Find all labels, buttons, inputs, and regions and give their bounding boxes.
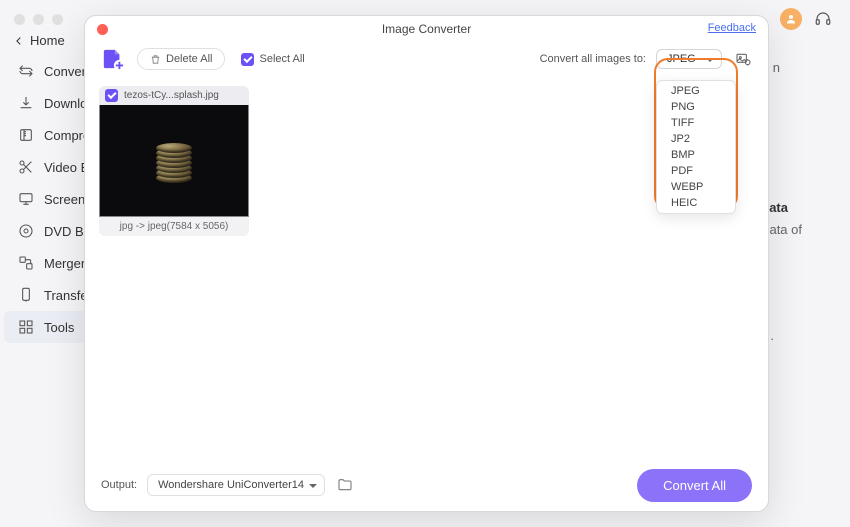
format-dropdown: JPEG PNG TIFF JP2 BMP PDF WEBP HEIC: [656, 80, 736, 214]
delete-all-button[interactable]: Delete All: [137, 48, 225, 70]
format-option[interactable]: JP2: [657, 131, 735, 147]
feedback-link[interactable]: Feedback: [708, 22, 756, 34]
output-label: Output:: [101, 479, 137, 491]
convert-icon: [18, 63, 34, 79]
sidebar-item-tools[interactable]: Tools: [4, 311, 88, 343]
convert-to-label: Convert all images to:: [540, 53, 646, 65]
sidebar-item-downloader[interactable]: Downloader: [0, 87, 92, 119]
window-title: Image Converter: [382, 22, 471, 36]
sidebar-item-screen-recorder[interactable]: Screen Recorder: [0, 183, 92, 215]
checkbox-checked-icon: [241, 53, 254, 66]
breadcrumb[interactable]: Home: [14, 33, 65, 48]
output-path-select[interactable]: Wondershare UniConverter14: [147, 474, 325, 496]
traffic-lights: [14, 14, 63, 25]
avatar[interactable]: [780, 8, 802, 30]
format-option[interactable]: PNG: [657, 99, 735, 115]
topright-icons: [780, 8, 832, 30]
bg-text-fragment: n: [773, 60, 780, 75]
breadcrumb-home: Home: [30, 33, 65, 48]
sidebar-item-dvd-burner[interactable]: DVD Burner: [0, 215, 92, 247]
format-option[interactable]: HEIC: [657, 195, 735, 211]
image-converter-window: Image Converter Feedback Delete All Sele…: [84, 15, 769, 512]
scissors-icon: [18, 159, 34, 175]
open-output-folder-button[interactable]: [335, 475, 355, 495]
support-icon[interactable]: [814, 10, 832, 28]
sidebar-item-compressor[interactable]: Compressor: [0, 119, 92, 151]
transfer-icon: [18, 287, 34, 303]
sidebar-item-converter[interactable]: Converter: [0, 55, 92, 87]
bg-text-fragment: ata: [769, 200, 788, 215]
disc-icon: [18, 223, 34, 239]
folder-icon: [337, 477, 353, 493]
compress-icon: [18, 127, 34, 143]
gear-image-icon: [735, 51, 751, 67]
format-selected-value: JPEG: [667, 53, 696, 65]
format-option[interactable]: JPEG: [657, 83, 735, 99]
bg-dot: [33, 14, 44, 25]
delete-all-label: Delete All: [166, 53, 212, 65]
sidebar-item-video-editor[interactable]: Video Editor: [0, 151, 92, 183]
image-filename: tezos-tCy...splash.jpg: [124, 90, 219, 101]
output-settings-button[interactable]: [732, 48, 754, 70]
sidebar-item-label: Tools: [44, 320, 74, 335]
output-path-value: Wondershare UniConverter14: [158, 479, 304, 491]
sidebar-item-label: Merger: [44, 256, 85, 271]
coin-stack-illustration: [156, 139, 192, 183]
image-meta: jpg -> jpeg(7584 x 5056): [99, 217, 249, 236]
select-all-label: Select All: [259, 53, 304, 65]
chevron-left-icon: [14, 36, 24, 46]
bottom-bar: Output: Wondershare UniConverter14 Conve…: [85, 459, 768, 511]
format-option[interactable]: PDF: [657, 163, 735, 179]
add-file-button[interactable]: [99, 47, 127, 71]
select-all-checkbox[interactable]: Select All: [241, 53, 304, 66]
convert-all-button[interactable]: Convert All: [637, 469, 752, 502]
close-button[interactable]: [97, 24, 108, 35]
sidebar-item-transfer[interactable]: Transfer: [0, 279, 92, 311]
image-item[interactable]: tezos-tCy...splash.jpg jpg -> jpeg(7584 …: [99, 86, 249, 236]
bg-dot: [52, 14, 63, 25]
download-icon: [18, 95, 34, 111]
bg-text-fragment: .: [770, 328, 774, 343]
sidebar-item-merger[interactable]: Merger: [0, 247, 92, 279]
bg-dot: [14, 14, 25, 25]
format-option[interactable]: TIFF: [657, 115, 735, 131]
titlebar: Image Converter Feedback: [85, 16, 768, 42]
grid-icon: [18, 319, 34, 335]
merge-icon: [18, 255, 34, 271]
format-select[interactable]: JPEG: [656, 49, 722, 69]
image-thumbnail: [99, 105, 249, 217]
format-option[interactable]: WEBP: [657, 179, 735, 195]
image-item-header: tezos-tCy...splash.jpg: [99, 86, 249, 105]
checkbox-checked-icon[interactable]: [105, 89, 118, 102]
trash-icon: [150, 54, 161, 65]
sidebar: Converter Downloader Compressor Video Ed…: [0, 55, 92, 343]
toolbar: Delete All Select All Convert all images…: [85, 42, 768, 76]
format-option[interactable]: BMP: [657, 147, 735, 163]
monitor-icon: [18, 191, 34, 207]
